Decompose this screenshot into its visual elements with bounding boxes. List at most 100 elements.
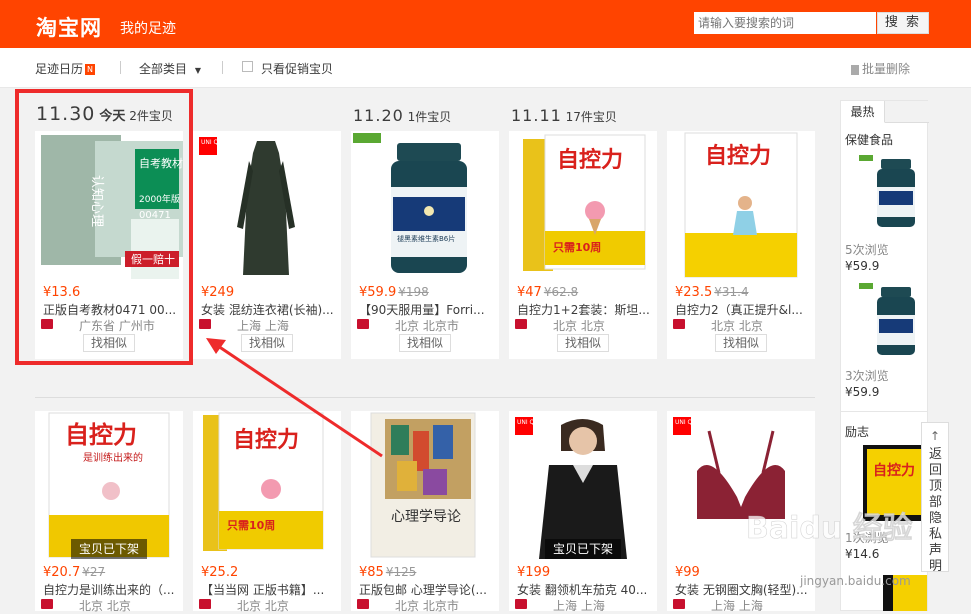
sidebar-category: 励志: [845, 425, 870, 439]
find-similar-button[interactable]: 找相似: [715, 334, 767, 352]
sidebar-book-title: 自控力: [873, 462, 915, 479]
product-card[interactable]: 自控力 ¥23.5 ¥31.4 自控力2（真正提升&l... 北京 北京 找相似: [667, 131, 815, 359]
bottle-label: 褪黑素维生素B6片: [397, 234, 455, 243]
product-card[interactable]: 自控力 只需10周 ¥47 ¥62.8 自控力1+2套装：斯坦... 北京 北京 …: [509, 131, 657, 359]
arrow-up-icon: ↑: [930, 429, 941, 443]
sidebar-product-image[interactable]: [859, 155, 931, 231]
product-card[interactable]: UNI QLO ¥249 女装 混纺连衣裙(长袖)... 上海 上海 找相似: [193, 131, 341, 359]
product-image[interactable]: UNI QLO 宝贝已下架: [509, 411, 657, 559]
product-title[interactable]: 自控力是训练出来的（...: [43, 581, 179, 598]
product-image[interactable]: 自控力 只需10周: [509, 131, 657, 279]
back-to-top-panel[interactable]: ↑ 返回顶部隐私声明: [921, 422, 949, 574]
product-location: 北京 北京市: [395, 599, 459, 613]
shop-icon: [673, 599, 685, 609]
offline-badge: 宝贝已下架: [545, 539, 621, 559]
date-count: 17件宝贝: [565, 110, 617, 124]
uniqlo-logo: UNI QLO: [517, 419, 542, 426]
product-image[interactable]: 自控力 只需10周: [193, 411, 341, 559]
sidebar-views: 5次浏览: [845, 243, 889, 257]
price-current: ¥59.9: [359, 285, 397, 300]
product-image[interactable]: 自控力 是训练出来的 宝贝已下架: [35, 411, 183, 559]
book-cover-image: 心理学导论: [370, 412, 476, 558]
shop-icon: [673, 319, 685, 329]
product-card[interactable]: UNI QLO ¥99 女装 无钢圈文胸(轻型)... 上海 上海: [667, 411, 815, 613]
batch-delete-button[interactable]: 批量删除: [851, 60, 910, 77]
product-title[interactable]: 女装 混纺连衣裙(长袖)...: [201, 301, 337, 318]
product-price: ¥59.9 ¥198: [359, 285, 429, 300]
product-location: 北京 北京: [237, 599, 289, 613]
product-image[interactable]: UNI QLO: [667, 411, 815, 559]
product-card[interactable]: 心理学导论 ¥85 ¥125 正版包邮 心理学导论(... 北京 北京市: [351, 411, 499, 613]
product-card[interactable]: 自控力 只需10周 ¥25.2 【当当网 正版书籍】... 北京 北京: [193, 411, 341, 613]
cover-title: 自控力: [65, 421, 137, 449]
calendar-label: 足迹日历: [35, 62, 84, 76]
date-group-header: 11.11 17件宝贝: [511, 106, 617, 125]
product-price: ¥99: [675, 565, 702, 580]
find-similar-button[interactable]: 找相似: [241, 334, 293, 352]
sidebar-divider: [841, 411, 927, 412]
find-similar-button[interactable]: 找相似: [557, 334, 609, 352]
product-card[interactable]: 自控力 是训练出来的 宝贝已下架 ¥20.7 ¥27 自控力是训练出来的（... …: [35, 411, 183, 613]
sidebar-views: 1次浏览: [845, 531, 889, 545]
product-location: 北京 北京: [553, 319, 605, 333]
product-title[interactable]: 自控力1+2套装：斯坦...: [517, 301, 653, 318]
taobao-logo[interactable]: 淘宝网: [36, 12, 102, 42]
search-input[interactable]: [694, 12, 876, 34]
search-button[interactable]: 搜 索: [877, 12, 929, 34]
book-cover-image: 自控力 只需10周: [203, 412, 324, 551]
toolbar-divider: [222, 61, 223, 74]
category-label: 全部类目: [139, 62, 188, 76]
batch-delete-label: 批量删除: [862, 62, 911, 76]
product-location: 北京 北京: [711, 319, 763, 333]
product-title[interactable]: 【90天服用量】Forri...: [359, 301, 495, 318]
product-image[interactable]: 褪黑素维生素B6片: [351, 131, 499, 279]
cover-title: 自控力: [705, 143, 771, 169]
product-title[interactable]: 【当当网 正版书籍】...: [201, 581, 337, 598]
product-image[interactable]: 自控力: [667, 131, 815, 279]
find-similar-button[interactable]: 找相似: [399, 334, 451, 352]
product-price: ¥23.5 ¥31.4: [675, 285, 749, 300]
cover-subtitle: 是训练出来的: [83, 451, 143, 464]
book-set-image: 自控力 只需10周: [523, 134, 646, 271]
product-card[interactable]: UNI QLO 宝贝已下架 ¥199 女装 翻领机车茄克 40... 上海 上海: [509, 411, 657, 613]
tab-bar-filler: [885, 101, 929, 123]
product-price: ¥25.2: [201, 565, 240, 580]
product-title[interactable]: 自控力2（真正提升&l...: [675, 301, 811, 318]
price-old: ¥198: [398, 285, 429, 299]
promo-checkbox[interactable]: [242, 61, 253, 72]
calendar-button[interactable]: 足迹日历 N: [35, 60, 96, 77]
shop-icon: [41, 599, 53, 609]
promo-filter-label[interactable]: 只看促销宝贝: [261, 60, 333, 77]
filter-toolbar: 足迹日历 N 全部类目 ▼ 只看促销宝贝 批量删除: [0, 48, 971, 88]
sidebar-price: ¥14.6: [845, 547, 880, 561]
cover-title: 自控力: [557, 147, 623, 173]
tab-hot[interactable]: 最热: [841, 101, 885, 123]
price-old: ¥31.4: [714, 285, 749, 299]
price-current: ¥85: [359, 565, 384, 580]
product-title[interactable]: 女装 无钢圈文胸(轻型)...: [675, 581, 811, 598]
product-title[interactable]: 正版包邮 心理学导论(...: [359, 581, 495, 598]
book-cover-image: 自控力 是训练出来的: [48, 412, 170, 558]
product-price: ¥199: [517, 565, 552, 580]
toolbar-divider: [120, 61, 121, 74]
back-to-top-label: 返回顶部隐私声明: [929, 447, 943, 574]
shop-icon: [357, 599, 369, 609]
product-image[interactable]: UNI QLO: [193, 131, 341, 279]
product-location: 北京 北京: [79, 599, 131, 613]
product-title[interactable]: 女装 翻领机车茄克 40...: [517, 581, 653, 598]
sidebar-category: 保健食品: [845, 133, 894, 147]
price-old: ¥27: [82, 565, 106, 579]
book-cover-image: 自控力: [684, 132, 798, 278]
uniqlo-logo: UNI QLO: [201, 139, 226, 146]
sidebar-product-image[interactable]: [859, 283, 931, 359]
cover-slogan: 只需10周: [227, 519, 275, 532]
product-location: 北京 北京市: [395, 319, 459, 333]
category-dropdown[interactable]: 全部类目 ▼: [139, 60, 201, 77]
sidebar-views: 3次浏览: [845, 369, 889, 383]
product-card[interactable]: 褪黑素维生素B6片 ¥59.9 ¥198 【90天服用量】Forri... 北京 …: [351, 131, 499, 359]
product-image[interactable]: 心理学导论: [351, 411, 499, 559]
price-current: ¥20.7: [43, 565, 81, 580]
product-price: ¥47 ¥62.8: [517, 285, 578, 300]
vitamin-bottle-image: 褪黑素维生素B6片: [353, 133, 467, 273]
jacket-image: UNI QLO: [515, 417, 627, 559]
